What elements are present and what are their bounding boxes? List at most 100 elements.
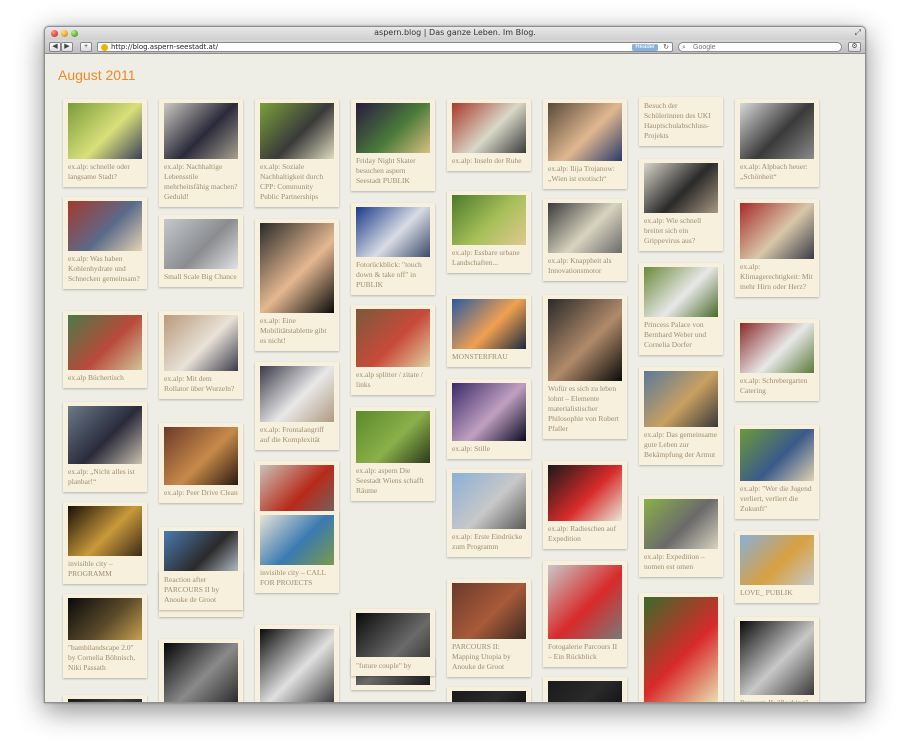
post-title-link[interactable]: ex.alp: Radieschen auf Expedition — [548, 524, 622, 544]
post-card[interactable]: MONSTERFRAU — [447, 295, 531, 367]
fullscreen-icon[interactable]: ⤢ — [855, 28, 861, 38]
post-thumbnail[interactable] — [260, 223, 334, 313]
post-title-link[interactable]: ex.alp: Alpbach heuer: „Schönheit“ — [740, 162, 814, 182]
post-thumbnail[interactable] — [548, 681, 622, 702]
post-thumbnail[interactable] — [740, 103, 814, 159]
post-title-link[interactable]: MONSTERFRAU — [452, 352, 526, 362]
post-title-link[interactable]: ex.alp: Nachhaltige Lebensstile mehrheit… — [164, 162, 238, 202]
post-title-link[interactable]: ex.alp: Frontalangriff auf die Komplexit… — [260, 425, 334, 445]
post-title-link[interactable]: ex.alp: Das gemeinsame gute Leben zur Be… — [644, 430, 718, 460]
post-card[interactable]: invisible city – PROGRAMM — [63, 502, 147, 584]
post-thumbnail[interactable] — [644, 163, 718, 213]
post-title-link[interactable]: ex.alp: Wie schnell breitet sich ein Gri… — [644, 216, 718, 246]
post-card[interactable]: ex.alp: Radieschen auf Expedition — [543, 461, 627, 549]
post-card[interactable] — [543, 677, 627, 702]
post-card[interactable]: Fotogalerie Parcours II – Ein Rückblick — [543, 561, 627, 667]
post-thumbnail[interactable] — [452, 103, 526, 153]
post-thumbnail[interactable] — [164, 219, 238, 269]
post-thumbnail[interactable] — [644, 499, 718, 549]
post-thumbnail[interactable] — [452, 299, 526, 349]
post-thumbnail[interactable] — [644, 267, 718, 317]
post-thumbnail[interactable] — [68, 103, 142, 159]
post-card[interactable]: ex.alp: Nachhaltige Lebensstile mehrheit… — [159, 99, 243, 207]
back-button[interactable]: ◀ — [49, 42, 61, 52]
address-bar[interactable]: http://blog.aspern-seestadt.at/ Reader ↻ — [97, 42, 673, 52]
post-thumbnail[interactable] — [548, 299, 622, 381]
post-card[interactable]: ex.alp: Erste Eindrücke zum Programm — [447, 469, 531, 557]
post-thumbnail[interactable] — [68, 201, 142, 251]
post-card[interactable]: ex.alp: Mit dem Rollator über Wurzeln? — [159, 311, 243, 399]
post-thumbnail[interactable] — [164, 103, 238, 159]
post-title-link[interactable]: ex.alp: Soziale Nachhaltigkeit durch CPP… — [260, 162, 334, 202]
settings-gear-button[interactable]: ⚙ — [848, 42, 861, 52]
post-card[interactable]: ex.alp: Frontalangriff auf die Komplexit… — [255, 362, 339, 450]
post-thumbnail[interactable] — [356, 103, 430, 153]
post-title-link[interactable]: ex.alp: Peer Drive Clean — [164, 488, 238, 498]
post-card[interactable]: Reaction after PARCOURS II by Anouke de … — [159, 571, 243, 610]
post-title-link[interactable]: LOVE_ PUBLIK — [740, 588, 814, 598]
post-title-link[interactable]: ex.alp: Erste Eindrücke zum Programm — [452, 532, 526, 552]
reader-button[interactable]: Reader — [632, 44, 658, 51]
post-thumbnail[interactable] — [68, 506, 142, 556]
post-card[interactable]: ex.alp: Peer Drive Clean — [159, 423, 243, 503]
post-title-link[interactable]: "bambilandscape 2.0" by Cornelia Böhnisc… — [68, 643, 142, 673]
post-title-link[interactable]: ex.alp splitter / zitate / links — [356, 370, 430, 390]
post-card[interactable]: ex.alp: aspern Die Seestadt Wiens schaff… — [351, 407, 435, 501]
post-title-link[interactable]: ex.alp: Ilija Trojanow: „Wien ist exotis… — [548, 164, 622, 184]
post-title-link[interactable]: Parcours II: "flocking" — [740, 698, 814, 702]
post-card[interactable] — [447, 687, 531, 702]
post-thumbnail[interactable] — [452, 195, 526, 245]
post-title-link[interactable]: ex.alp: Stille — [452, 444, 526, 454]
post-card[interactable]: LOVE_ PUBLIK — [735, 531, 819, 603]
post-card[interactable]: ex.alp: Klimagerechtigkeit: Mit mehr Hir… — [735, 199, 819, 297]
post-thumbnail[interactable] — [260, 103, 334, 159]
post-card[interactable] — [255, 625, 339, 702]
post-thumbnail[interactable] — [68, 406, 142, 464]
post-thumbnail[interactable] — [452, 583, 526, 639]
post-title-link[interactable]: ex.alp: Schrebergarten Catering — [740, 376, 814, 396]
post-thumbnail[interactable] — [644, 597, 718, 702]
post-title-link[interactable]: Besuch der Schülerinnen des UKI Hauptsch… — [644, 101, 718, 141]
post-title-link[interactable]: ex.alp: Mit dem Rollator über Wurzeln? — [164, 374, 238, 394]
post-card[interactable]: ex.alp: schnelle oder langsame Stadt? — [63, 99, 147, 187]
post-card[interactable]: ex.alp: "Wer die Jugend verliert, verlie… — [735, 425, 819, 519]
post-card[interactable]: ex.alp: Eine Mobilitätstablette gibt es … — [255, 219, 339, 351]
post-card[interactable]: ex.alp: Was haben Kohlenhydrate und Schn… — [63, 197, 147, 289]
post-title-link[interactable]: ex.alp: „Nicht alles ist planbar!“ — [68, 467, 142, 487]
post-title-link[interactable]: ex.alp Büchertisch — [68, 373, 142, 383]
post-card[interactable] — [159, 639, 243, 702]
post-title-link[interactable]: ex.alp: Essbare urbane Landschaften... — [452, 248, 526, 268]
post-title-link[interactable]: Small Scale Big Chance — [164, 272, 238, 282]
post-card[interactable]: ex.alp: Alpbach heuer: „Schönheit“ — [735, 99, 819, 187]
post-card[interactable]: ex.alp: Schrebergarten Catering — [735, 319, 819, 401]
post-card[interactable]: ex.alp: Inseln der Ruhe — [447, 99, 531, 171]
post-thumbnail[interactable] — [68, 315, 142, 370]
post-thumbnail[interactable] — [548, 565, 622, 639]
post-title-link[interactable]: ex.alp: Klimagerechtigkeit: Mit mehr Hir… — [740, 262, 814, 292]
forward-button[interactable]: ▶ — [61, 42, 73, 52]
search-field[interactable]: ⌕ — [678, 42, 842, 52]
post-card[interactable]: Fotorückblick: "touch down & take off" i… — [351, 203, 435, 295]
post-title-link[interactable]: Princess Palace von Bernhard Weber und C… — [644, 320, 718, 350]
post-title-link[interactable]: ex.alp: "Wer die Jugend verliert, verlie… — [740, 484, 814, 514]
post-thumbnail[interactable] — [356, 411, 430, 463]
post-title-link[interactable]: "future couple" by — [356, 661, 430, 671]
post-card[interactable]: ex.alp Büchertisch — [63, 311, 147, 388]
post-thumbnail[interactable] — [644, 371, 718, 427]
post-card[interactable]: PARCOURS II: Mapping Utopia by Anouke de… — [447, 579, 531, 677]
post-card[interactable]: Friday Night Skater besuchen aspern Sees… — [351, 99, 435, 191]
post-thumbnail[interactable] — [548, 103, 622, 161]
post-thumbnail[interactable] — [740, 323, 814, 373]
search-input[interactable] — [693, 43, 833, 51]
post-thumbnail[interactable] — [260, 366, 334, 422]
post-thumbnail[interactable] — [740, 535, 814, 585]
post-thumbnail[interactable] — [356, 207, 430, 257]
post-title-link[interactable]: Friday Night Skater besuchen aspern Sees… — [356, 156, 430, 186]
post-card[interactable]: Small Scale Big Chance — [159, 215, 243, 287]
post-card[interactable]: ex.alp: „Nicht alles ist planbar!“ — [63, 402, 147, 492]
post-thumbnail[interactable] — [164, 427, 238, 485]
post-card[interactable]: ex.alp: Knappheit als Innovationsmotor — [543, 199, 627, 281]
post-title-link[interactable]: PARCOURS II: Mapping Utopia by Anouke de… — [452, 642, 526, 672]
reload-icon[interactable]: ↻ — [663, 43, 669, 52]
post-thumbnail[interactable] — [164, 315, 238, 371]
